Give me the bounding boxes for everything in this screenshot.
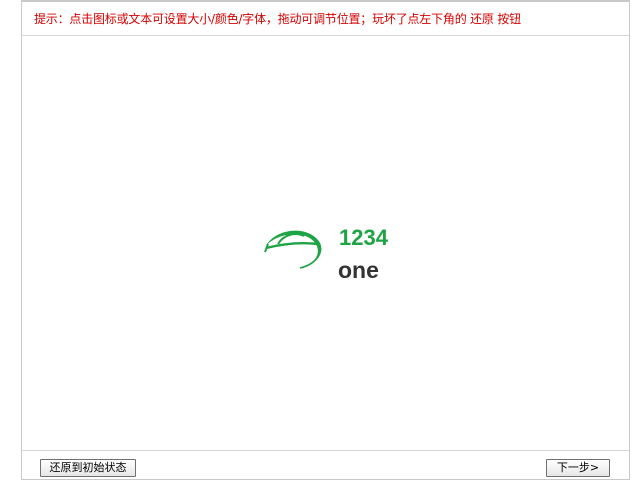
logo-word-text[interactable]: one	[338, 258, 379, 282]
logo-canvas[interactable]: 1234 one	[22, 37, 629, 450]
hint-text: 提示：点击图标或文本可设置大小/颜色/字体，拖动可调节位置；玩坏了点左下角的 还…	[34, 12, 521, 26]
logo-preview[interactable]: 1234 one	[260, 222, 420, 292]
editor-frame: 提示：点击图标或文本可设置大小/颜色/字体，拖动可调节位置；玩坏了点左下角的 还…	[21, 0, 630, 480]
logo-number-text[interactable]: 1234	[339, 226, 388, 250]
globe-swoosh-icon[interactable]	[260, 222, 330, 282]
hint-bar: 提示：点击图标或文本可设置大小/颜色/字体，拖动可调节位置；玩坏了点左下角的 还…	[22, 2, 629, 36]
reset-button[interactable]: 还原到初始状态	[40, 459, 136, 477]
footer-bar: 还原到初始状态 下一步>	[22, 450, 629, 480]
next-step-button[interactable]: 下一步>	[546, 459, 610, 477]
